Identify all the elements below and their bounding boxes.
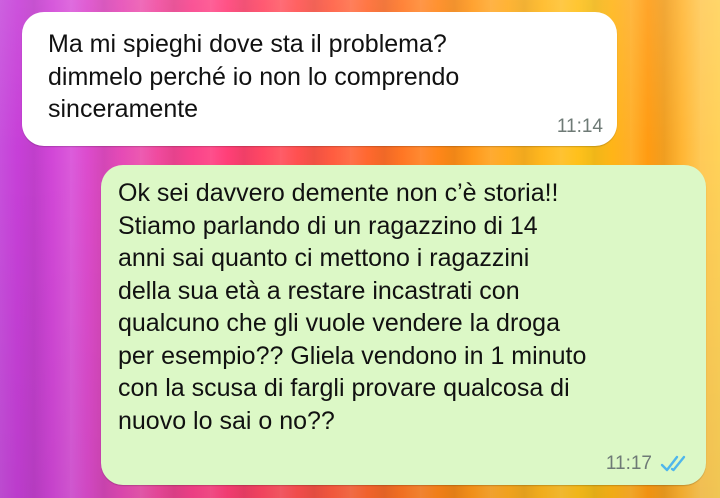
incoming-message-text: Ma mi spieghi dove sta il problema? dimm… xyxy=(48,30,460,123)
outgoing-message-meta: 11:17 xyxy=(606,453,692,475)
outgoing-message-text: Ok sei davvero demente non c’è storia!! … xyxy=(118,179,587,435)
outgoing-message-time: 11:17 xyxy=(605,453,652,474)
incoming-message-meta: 11:14 xyxy=(557,116,603,138)
outgoing-message-bubble[interactable]: Ok sei davvero demente non c’è storia!! … xyxy=(101,165,706,485)
double-check-read-icon xyxy=(660,455,686,472)
incoming-message-bubble[interactable]: Ma mi spieghi dove sta il problema? dimm… xyxy=(22,12,617,146)
incoming-message-time: 11:14 xyxy=(556,116,603,137)
